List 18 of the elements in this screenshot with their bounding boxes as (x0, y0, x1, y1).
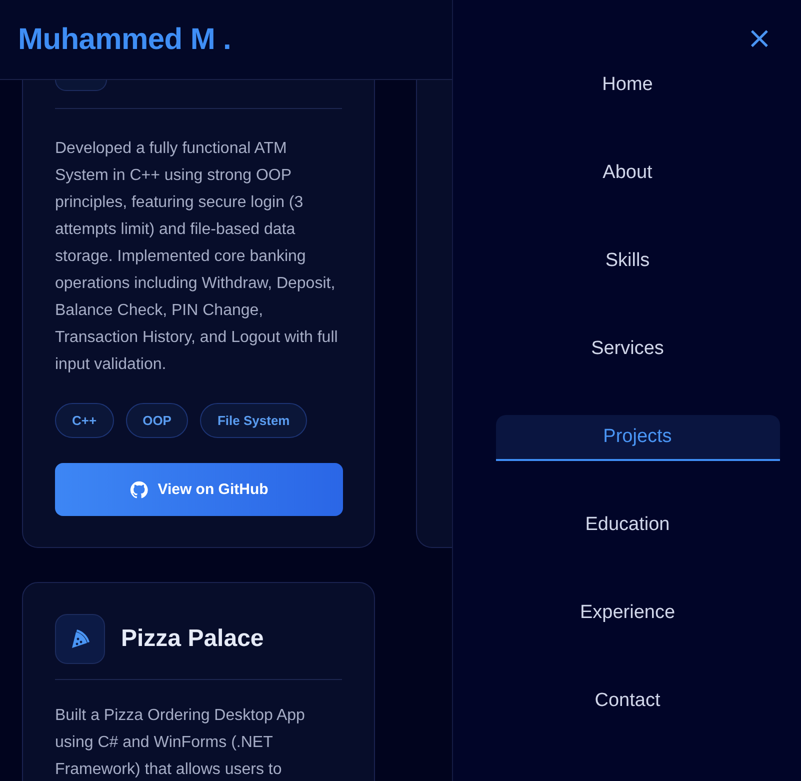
tech-tag: File System (200, 403, 307, 438)
tech-tag: OOP (126, 403, 188, 438)
nav-link[interactable]: Projects (496, 415, 780, 461)
nav-link[interactable]: Home (602, 63, 653, 109)
nav-link[interactable]: Contact (594, 679, 660, 725)
nav-link[interactable]: Services (591, 327, 664, 373)
nav-link[interactable]: Skills (605, 239, 650, 285)
nav-link[interactable]: Experience (580, 591, 676, 637)
github-button[interactable]: View on GitHub (55, 463, 343, 516)
nav-link[interactable]: About (602, 151, 652, 197)
nav-link[interactable]: Education (585, 503, 670, 549)
tech-tag: C++ (55, 403, 114, 438)
project-description: Developed a fully functional ATM System in C++ using strong OOP principles, featuring secure login (3 attempts limit) and file-based data storage. Implemented core banking operations including Withdraw, Deposit, Balance Check, PIN Change, Transaction History, and Logout with full input validation. (55, 139, 339, 375)
logo-text[interactable]: Muhammed M . (18, 22, 232, 56)
github-icon (130, 480, 148, 498)
project-title: Pizza Palace (121, 625, 264, 653)
project-description: Built a Pizza Ordering Desktop App using C# and WinForms (.NET Framework) that allows users to (55, 706, 306, 780)
close-button[interactable]: × (746, 24, 772, 54)
